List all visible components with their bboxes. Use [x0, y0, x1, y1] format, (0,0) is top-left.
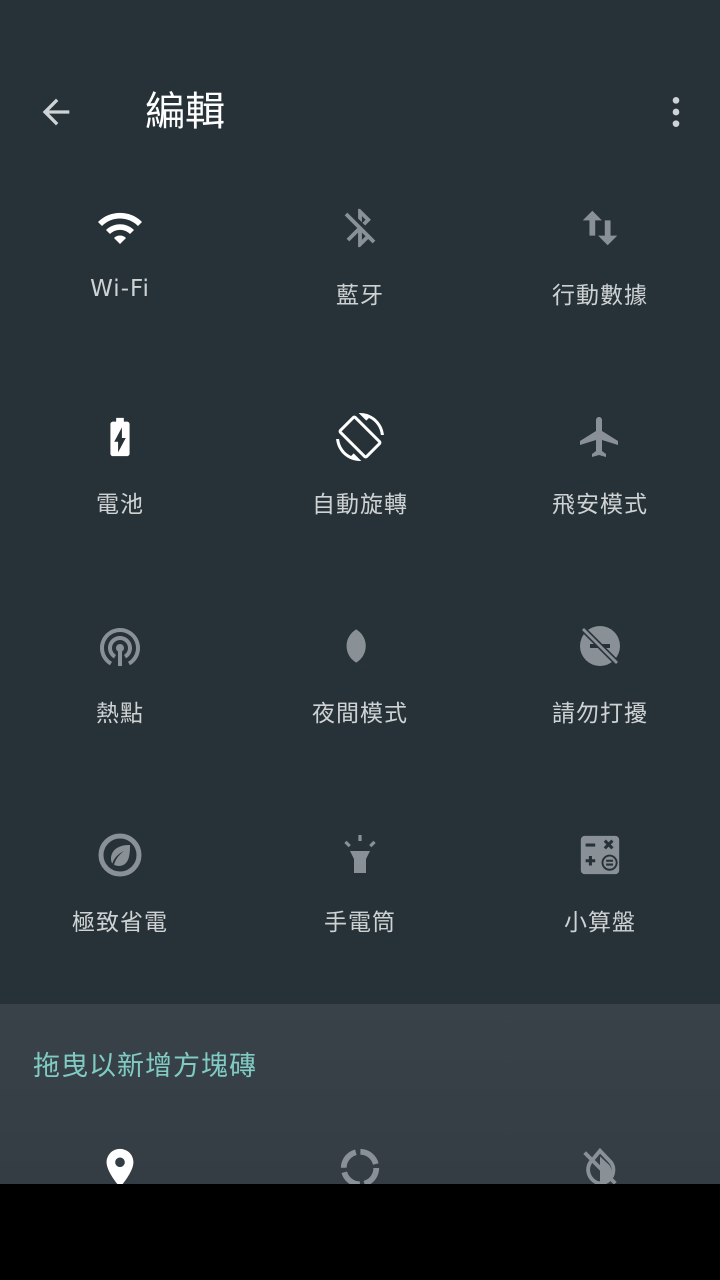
tile-label: 飛安模式	[552, 492, 648, 518]
tile-hotspot[interactable]: 熱點	[0, 588, 240, 797]
tile-calculator[interactable]: 小算盤	[480, 797, 720, 1006]
auto-rotate-icon	[336, 413, 384, 461]
tile-bluetooth[interactable]: 藍牙	[240, 170, 480, 379]
tile-label: 小算盤	[564, 910, 636, 936]
available-tiles-section: 拖曳以新增方塊磚	[0, 1004, 720, 1184]
tile-do-not-disturb[interactable]: 請勿打擾	[480, 588, 720, 797]
location-icon	[106, 1148, 134, 1184]
tile-label: 請勿打擾	[552, 701, 648, 727]
bluetooth-disabled-icon	[344, 208, 376, 248]
available-tile-sync[interactable]	[240, 1144, 480, 1184]
battery-charging-icon	[110, 417, 130, 457]
airplane-icon	[580, 417, 618, 457]
tile-battery-saver[interactable]: 極致省電	[0, 797, 240, 1006]
calculator-icon	[580, 835, 620, 875]
tile-label: Wi-Fi	[90, 276, 150, 302]
do-not-disturb-icon	[580, 626, 620, 666]
tile-night-mode[interactable]: 夜間模式	[240, 588, 480, 797]
hotspot-icon	[100, 628, 140, 666]
tile-label: 夜間模式	[312, 701, 408, 727]
battery-saver-leaf-icon	[98, 833, 142, 877]
available-tile-location[interactable]	[0, 1144, 240, 1184]
tile-mobile-data[interactable]: 行動數據	[480, 170, 720, 379]
tile-wifi[interactable]: Wi-Fi	[0, 170, 240, 379]
tile-battery[interactable]: 電池	[0, 379, 240, 588]
quick-settings-edit-screen: 編輯 Wi-Fi 藍牙 行動數據 電池 自動旋轉 飛安模式 熱點 夜間模式 請勿…	[0, 0, 720, 1184]
sync-icon	[340, 1148, 380, 1184]
moon-icon	[346, 626, 366, 666]
invert-colors-off-icon	[583, 1147, 617, 1184]
drag-to-add-heading: 拖曳以新增方塊磚	[33, 1051, 257, 1082]
toolbar: 編輯	[0, 56, 720, 168]
more-options-button[interactable]	[648, 80, 704, 144]
tile-label: 極致省電	[72, 910, 168, 936]
tile-label: 手電筒	[324, 910, 396, 936]
tile-flashlight[interactable]: 手電筒	[240, 797, 480, 1006]
page-title: 編輯	[145, 89, 225, 135]
system-navigation-bar	[0, 1184, 720, 1280]
arrow-back-icon	[42, 98, 70, 126]
available-tile-invert-colors[interactable]	[480, 1144, 720, 1184]
tile-label: 自動旋轉	[312, 492, 408, 518]
tile-label: 電池	[96, 492, 144, 518]
back-button[interactable]	[24, 80, 88, 144]
tile-label: 藍牙	[336, 283, 384, 309]
flashlight-icon	[344, 835, 376, 873]
more-vert-icon	[672, 97, 680, 127]
tile-label: 熱點	[96, 701, 144, 727]
tile-auto-rotate[interactable]: 自動旋轉	[240, 379, 480, 588]
tile-airplane-mode[interactable]: 飛安模式	[480, 379, 720, 588]
wifi-icon	[98, 212, 142, 244]
tile-label: 行動數據	[552, 283, 648, 309]
mobile-data-icon	[582, 210, 618, 246]
